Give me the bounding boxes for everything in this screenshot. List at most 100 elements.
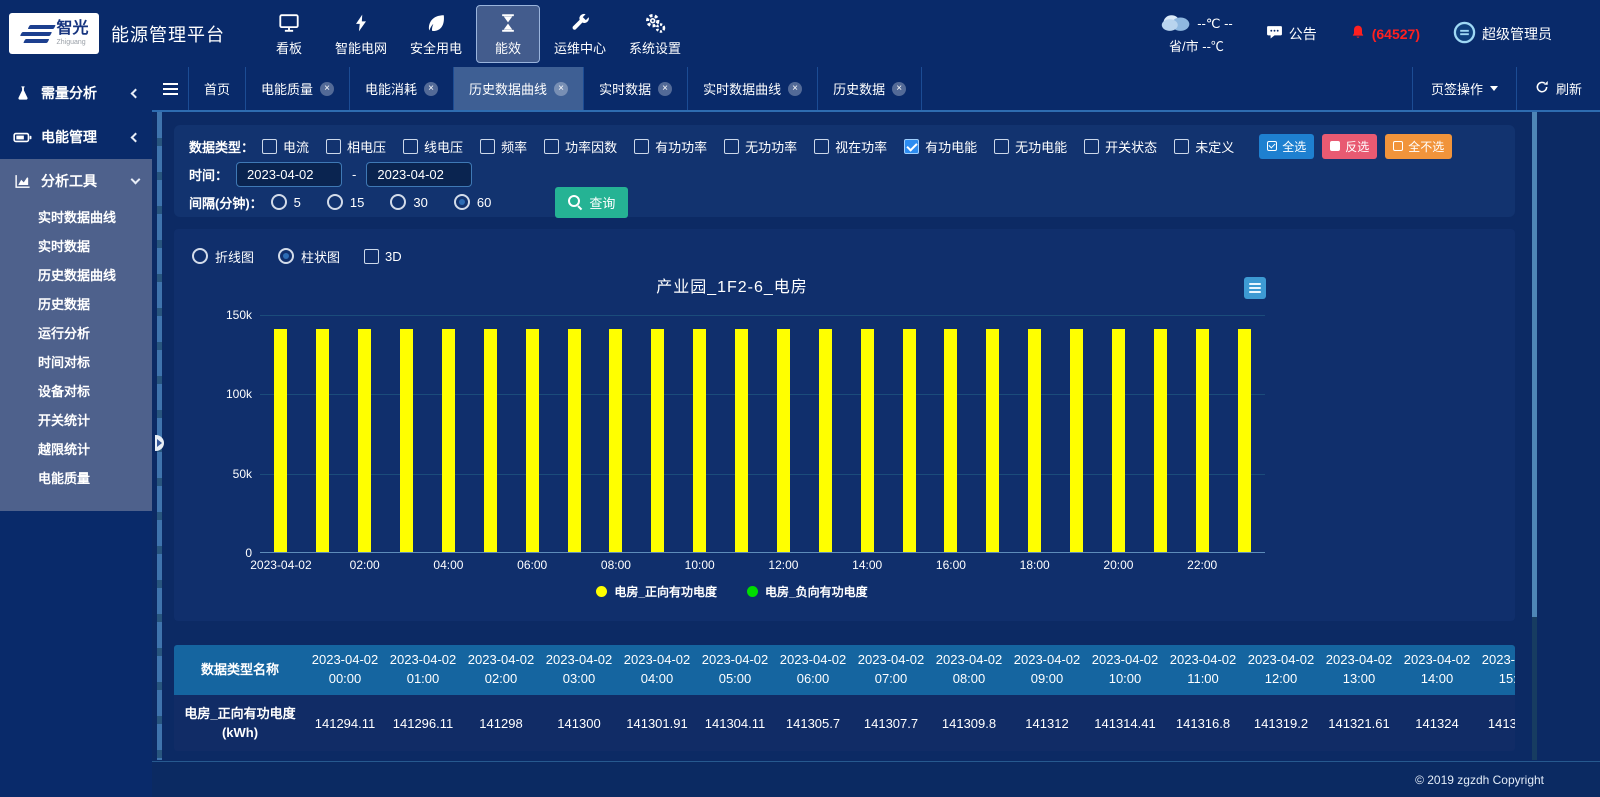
sidebar-item[interactable]: 实时数据 [0,232,152,261]
nav-item-wrench[interactable]: 运维中心 [545,5,615,63]
bar[interactable] [861,329,874,552]
nav-item-leaf[interactable]: 安全用电 [401,5,471,63]
sidebar-group-2[interactable]: 分析工具 [0,159,152,203]
bar[interactable] [777,329,790,552]
bar[interactable] [1196,329,1209,552]
sidebar-item[interactable]: 电能质量 [0,464,152,493]
bar[interactable] [568,329,581,552]
bar[interactable] [1070,329,1083,552]
interval-radio-item[interactable]: 30 [390,194,427,210]
bar[interactable] [693,329,706,552]
bar[interactable] [1154,329,1167,552]
nav-item-gears[interactable]: 系统设置 [620,5,690,63]
sidebar-item[interactable]: 设备对标 [0,377,152,406]
checkbox-icon[interactable] [994,139,1009,154]
bar[interactable] [819,329,832,552]
bar[interactable] [735,329,748,552]
checkbox-icon[interactable] [1174,139,1189,154]
sidebar-item[interactable]: 历史数据 [0,290,152,319]
tab-0[interactable]: 首页 [189,67,246,110]
interval-radio-item[interactable]: 5 [271,194,301,210]
bar[interactable] [609,329,622,552]
select-all-button[interactable]: 全选 [1259,134,1314,159]
tab-hamburger-button[interactable] [152,67,189,110]
tab-2[interactable]: 电能消耗× [350,67,454,110]
bar[interactable] [526,329,539,552]
bar[interactable] [274,329,287,552]
type-checkbox-item[interactable]: 线电压 [403,137,463,156]
bar[interactable] [1238,329,1251,552]
checkbox-icon[interactable] [634,139,649,154]
invert-select-button[interactable]: 反选 [1322,134,1377,159]
checkbox-icon[interactable] [262,139,277,154]
bar[interactable] [1112,329,1125,552]
sidebar-item[interactable]: 开关统计 [0,406,152,435]
nav-item-hourglass[interactable]: 能效 [476,5,540,63]
sidebar-item[interactable]: 时间对标 [0,348,152,377]
bar[interactable] [316,329,329,552]
type-checkbox-item[interactable]: 无功电能 [994,137,1067,156]
alarm-button[interactable]: (64527) [1350,23,1420,44]
type-checkbox-item[interactable]: 有功功率 [634,137,707,156]
tab-close-icon[interactable]: × [554,82,568,96]
checkbox-icon[interactable] [724,139,739,154]
type-checkbox-item[interactable]: 电流 [262,137,309,156]
type-checkbox-item[interactable]: 视在功率 [814,137,887,156]
type-checkbox-item[interactable]: 频率 [480,137,527,156]
checkbox-checked-icon[interactable] [904,139,919,154]
query-button[interactable]: 查询 [555,187,628,218]
bar[interactable] [986,329,999,552]
tab-close-icon[interactable]: × [424,82,438,96]
tab-6[interactable]: 历史数据× [818,67,922,110]
radio-icon[interactable] [390,194,406,210]
interval-radio-item[interactable]: 60 [454,194,491,210]
nav-item-monitor[interactable]: 看板 [257,5,321,63]
user-menu[interactable]: 超级管理员 [1453,21,1552,47]
tab-close-icon[interactable]: × [658,82,672,96]
type-checkbox-item[interactable]: 功率因数 [544,137,617,156]
type-checkbox-item[interactable]: 无功功率 [724,137,797,156]
legend-item-reverse[interactable]: 电房_负向有功电度 [747,583,868,600]
date-to-input[interactable] [366,162,472,187]
type-checkbox-item[interactable]: 未定义 [1174,137,1234,156]
checkbox-icon[interactable] [480,139,495,154]
select-none-button[interactable]: 全不选 [1385,134,1452,159]
sidebar-item[interactable]: 运行分析 [0,319,152,348]
checkbox-icon[interactable] [326,139,341,154]
tab-close-icon[interactable]: × [320,82,334,96]
date-from-input[interactable] [236,162,342,187]
bar[interactable] [358,329,371,552]
tab-actions-dropdown[interactable]: 页签操作 [1412,67,1516,110]
bar-chart-radio[interactable]: 柱状图 [278,247,340,266]
notice-button[interactable]: 公告 [1266,24,1317,44]
legend-item-forward[interactable]: 电房_正向有功电度 [596,583,717,600]
tab-close-icon[interactable]: × [892,82,906,96]
tab-3[interactable]: 历史数据曲线× [454,67,584,110]
refresh-button[interactable]: 刷新 [1516,67,1600,110]
sidebar-item[interactable]: 历史数据曲线 [0,261,152,290]
radio-icon[interactable] [327,194,343,210]
checkbox-icon[interactable] [1084,139,1099,154]
tab-close-icon[interactable]: × [788,82,802,96]
checkbox-icon[interactable] [544,139,559,154]
radio-selected-icon[interactable] [454,194,470,210]
bar[interactable] [442,329,455,552]
bar[interactable] [1028,329,1041,552]
sidebar-item[interactable]: 实时数据曲线 [0,203,152,232]
type-checkbox-item[interactable]: 相电压 [326,137,386,156]
bar[interactable] [651,329,664,552]
brand-logo[interactable]: 智光 Zhiguang [9,13,99,54]
sidebar-item[interactable]: 越限统计 [0,435,152,464]
checkbox-icon[interactable] [814,139,829,154]
line-chart-radio[interactable]: 折线图 [192,247,254,266]
sidebar-group-0[interactable]: 需量分析 [0,71,152,115]
bar[interactable] [903,329,916,552]
tab-5[interactable]: 实时数据曲线× [688,67,818,110]
type-checkbox-item[interactable]: 有功电能 [904,137,977,156]
tab-1[interactable]: 电能质量× [246,67,350,110]
bar[interactable] [484,329,497,552]
interval-radio-item[interactable]: 15 [327,194,364,210]
threed-checkbox[interactable]: 3D [364,249,402,264]
nav-item-lightning[interactable]: 智能电网 [326,5,396,63]
type-checkbox-item[interactable]: 开关状态 [1084,137,1157,156]
